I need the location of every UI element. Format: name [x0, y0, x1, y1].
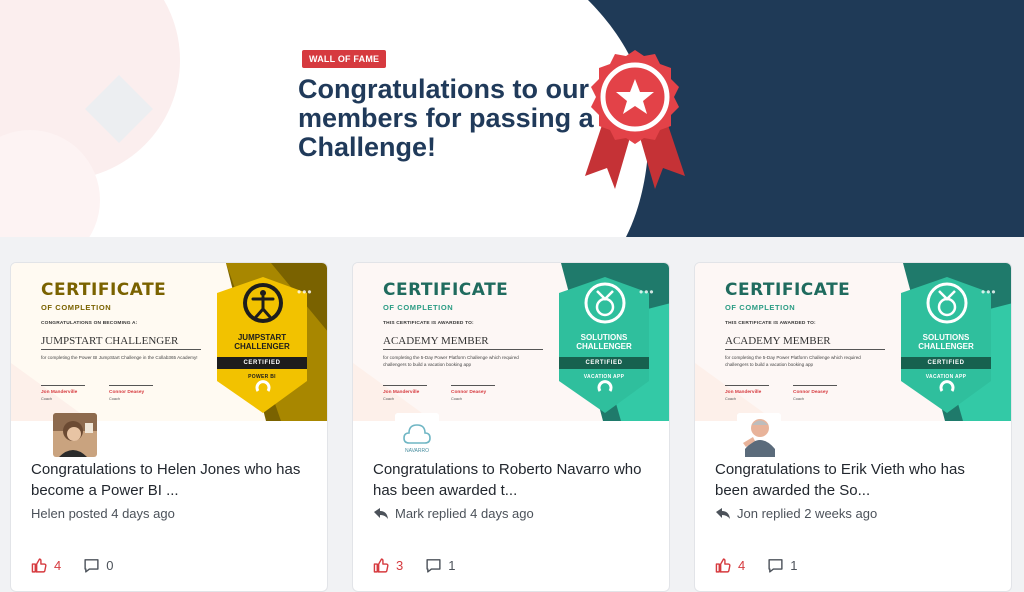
- post-meta-text: Mark replied 4 days ago: [395, 506, 534, 521]
- post-title[interactable]: Congratulations to Roberto Navarro who h…: [373, 459, 653, 501]
- badge-certified: CERTIFIED: [243, 360, 281, 366]
- signer-name: Jon Manderville: [725, 390, 762, 395]
- comment-count: 0: [106, 558, 114, 573]
- badge-label: JUMPSTART CHALLENGER: [234, 333, 290, 351]
- certificate-title: CERTIFICATE: [41, 280, 167, 300]
- signer-role: Coach: [109, 397, 120, 401]
- post-meta-text: Helen posted 4 days ago: [31, 506, 175, 521]
- certificate-title: CERTIFICATE: [725, 280, 851, 300]
- more-dots-icon[interactable]: •••: [297, 286, 313, 298]
- post-actions: 3 1: [373, 557, 455, 574]
- post-title[interactable]: Congratulations to Erik Vieth who has be…: [715, 459, 995, 501]
- signer-name: Connor Deasey: [793, 390, 829, 395]
- avatar-photo: [737, 413, 781, 457]
- post-title[interactable]: Congratulations to Helen Jones who has b…: [31, 459, 311, 501]
- signature-line: [383, 385, 427, 386]
- thumbs-up-icon: [31, 558, 47, 573]
- certificate-recipient: JUMPSTART CHALLENGER: [41, 335, 201, 350]
- avatar[interactable]: [737, 413, 781, 457]
- like-count: 4: [738, 558, 746, 573]
- certificate-thumbnail[interactable]: ••• CERTIFICATE OF COMPLETION THIS CERTI…: [695, 263, 1011, 421]
- signature-line: [793, 385, 837, 386]
- signature-line: [725, 385, 769, 386]
- signer-name: Connor Deasey: [109, 390, 145, 395]
- like-button[interactable]: 3: [373, 557, 403, 574]
- reply-arrow-icon: [374, 507, 388, 519]
- signature-line: [109, 385, 153, 386]
- certificate-congrats: CONGRATULATIONS ON BECOMING A:: [41, 321, 138, 326]
- comment-button[interactable]: 1: [425, 557, 455, 574]
- certificate-thumbnail[interactable]: ••• CERTIFICATE OF COMPLETION CONGRATULA…: [11, 263, 327, 421]
- badge-certified: CERTIFIED: [927, 360, 965, 366]
- more-dots-icon[interactable]: •••: [639, 286, 655, 298]
- certificate-description: for completing the 5-Day Power Platform …: [383, 355, 519, 367]
- banner-title: Congratulations to our members for passi…: [298, 74, 594, 162]
- certificate-recipient: ACADEMY MEMBER: [383, 335, 543, 350]
- comment-icon: [768, 559, 783, 573]
- avatar-logo: NAVARRO: [395, 413, 439, 457]
- certificate-congrats: THIS CERTIFICATE IS AWARDED TO:: [383, 321, 474, 326]
- signer-role: Coach: [41, 397, 52, 401]
- post-meta: Mark replied 4 days ago: [373, 506, 534, 521]
- challenge-post-card[interactable]: ••• CERTIFICATE OF COMPLETION THIS CERTI…: [694, 262, 1012, 592]
- post-meta-text: Jon replied 2 weeks ago: [737, 506, 878, 521]
- badge-foot: VACATION APP: [583, 374, 625, 380]
- badge-foot: VACATION APP: [925, 374, 967, 380]
- signer-role: Coach: [725, 397, 736, 401]
- like-button[interactable]: 4: [31, 557, 61, 574]
- signer-name: Connor Deasey: [451, 390, 487, 395]
- award-ribbon-icon: [585, 50, 685, 189]
- signer-role: Coach: [793, 397, 804, 401]
- certificate-subtitle: OF COMPLETION: [725, 303, 796, 312]
- comment-button[interactable]: 1: [767, 557, 797, 574]
- certificate-subtitle: OF COMPLETION: [41, 303, 112, 312]
- signer-role: Coach: [383, 397, 394, 401]
- comment-icon: [84, 559, 99, 573]
- badge-certified: CERTIFIED: [585, 360, 623, 366]
- avatar[interactable]: NAVARRO: [395, 413, 439, 457]
- avatar-logo-text: NAVARRO: [405, 448, 429, 454]
- reply-arrow-icon: [716, 507, 730, 519]
- signer-name: Jon Manderville: [383, 390, 420, 395]
- post-meta: Jon replied 2 weeks ago: [715, 506, 877, 521]
- certificate-thumbnail[interactable]: ••• CERTIFICATE OF COMPLETION THIS CERTI…: [353, 263, 669, 421]
- thumbs-up-icon: [715, 558, 731, 573]
- thumbs-up-icon: [373, 558, 389, 573]
- like-count: 4: [54, 558, 62, 573]
- badge-label: SOLUTIONS CHALLENGER: [918, 333, 974, 351]
- challenge-post-card[interactable]: ••• CERTIFICATE OF COMPLETION THIS CERTI…: [352, 262, 670, 592]
- signature-line: [451, 385, 495, 386]
- post-actions: 4 0: [31, 557, 113, 574]
- like-button[interactable]: 4: [715, 557, 745, 574]
- signature-line: [41, 385, 85, 386]
- badge-label: SOLUTIONS CHALLENGER: [576, 333, 632, 351]
- wall-of-fame-banner: WALL OF FAME Congratulations to our memb…: [0, 0, 1024, 237]
- certificate-recipient: ACADEMY MEMBER: [725, 335, 885, 350]
- post-meta: Helen posted 4 days ago: [31, 506, 175, 521]
- like-count: 3: [396, 558, 404, 573]
- signer-name: Jon Manderville: [41, 390, 78, 395]
- wall-of-fame-badge: WALL OF FAME: [302, 50, 387, 68]
- avatar-photo: [53, 413, 97, 457]
- challenge-post-card[interactable]: ••• CERTIFICATE OF COMPLETION CONGRATULA…: [10, 262, 328, 592]
- signer-role: Coach: [451, 397, 462, 401]
- avatar[interactable]: [53, 413, 97, 457]
- comment-icon: [426, 559, 441, 573]
- comment-count: 1: [448, 558, 456, 573]
- certificate-description: for completing the Power BI JumpStart Ch…: [41, 355, 198, 360]
- certificate-subtitle: OF COMPLETION: [383, 303, 454, 312]
- certificate-congrats: THIS CERTIFICATE IS AWARDED TO:: [725, 321, 816, 326]
- certificate-description: for completing the 5-Day Power Platform …: [725, 355, 861, 367]
- more-dots-icon[interactable]: •••: [981, 286, 997, 298]
- post-actions: 4 1: [715, 557, 797, 574]
- comment-button[interactable]: 0: [83, 557, 113, 574]
- badge-foot: POWER BI: [248, 374, 276, 380]
- comment-count: 1: [790, 558, 798, 573]
- certificate-title: CERTIFICATE: [383, 280, 509, 300]
